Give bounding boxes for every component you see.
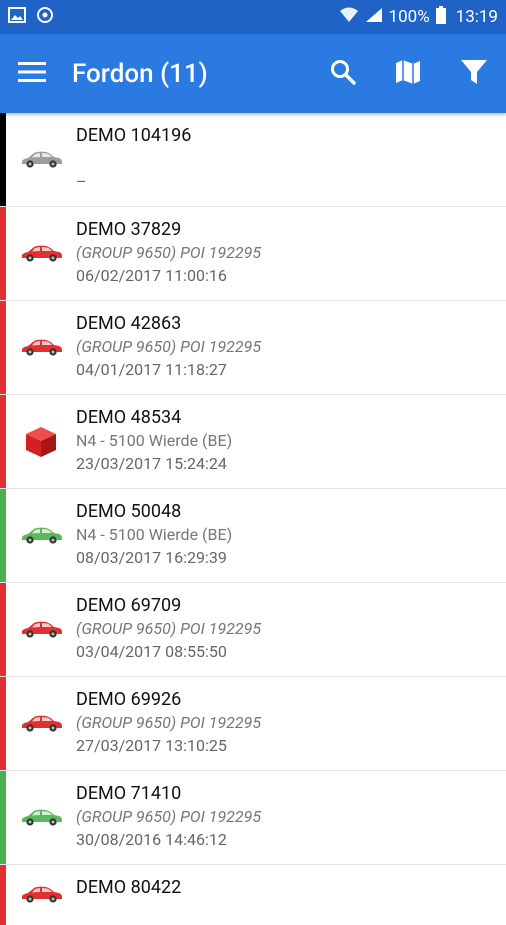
vehicle-row[interactable]: DEMO 80422 [0,865,506,925]
car-icon [6,301,76,394]
vehicle-name: DEMO 69709 [76,595,182,616]
search-icon[interactable] [330,59,356,89]
car-icon [6,677,76,770]
vehicle-timestamp: – [76,172,87,191]
car-icon [6,865,76,925]
vehicle-row[interactable]: DEMO 42863 (GROUP 9650) POI 192295 04/01/2… [0,301,506,395]
vehicle-name: DEMO 48534 [76,407,182,428]
vehicle-timestamp: 06/02/2017 11:00:16 [76,266,227,285]
page-title: Fordon (11) [72,58,208,89]
vehicle-timestamp: 03/04/2017 08:55:50 [76,642,227,661]
battery-percent: 100% [388,7,430,27]
vehicle-row[interactable]: DEMO 50048 N4 - 5100 Wierde (BE) 08/03/201… [0,489,506,583]
car-icon [6,489,76,582]
vehicle-name: DEMO 69926 [76,689,182,710]
vehicle-row[interactable]: DEMO 69926 (GROUP 9650) POI 192295 27/03/2… [0,677,506,771]
car-icon [6,113,76,206]
status-bar: 100% 13:19 [0,0,506,34]
battery-icon [435,5,446,29]
vehicle-name: DEMO 37829 [76,219,182,240]
vehicle-location: (GROUP 9650) POI 192295 [76,713,262,732]
car-icon [6,771,76,864]
vehicle-location: N4 - 5100 Wierde (BE) [76,431,233,450]
menu-icon[interactable] [18,61,46,87]
signal-icon [365,7,383,28]
filter-icon[interactable] [460,58,488,90]
vehicle-row[interactable]: DEMO 37829 (GROUP 9650) POI 192295 06/02/2… [0,207,506,301]
vehicle-name: DEMO 104196 [76,125,192,146]
wifi-icon [339,7,359,28]
vehicle-location [76,149,191,168]
vehicle-row[interactable]: DEMO 71410 (GROUP 9650) POI 192295 30/08/2… [0,771,506,865]
vehicle-location: N4 - 5100 Wierde (BE) [76,525,233,544]
vehicle-location [76,901,181,920]
vehicle-row[interactable]: DEMO 104196 – [0,113,506,207]
car-icon [6,583,76,676]
vehicle-name: DEMO 42863 [76,313,182,334]
vehicle-timestamp: 08/03/2017 16:29:39 [76,548,227,567]
vehicle-name: DEMO 50048 [76,501,182,522]
clock: 13:19 [455,7,498,27]
vehicle-location: (GROUP 9650) POI 192295 [76,337,262,356]
app-bar: Fordon (11) [0,34,506,113]
vehicle-name: DEMO 80422 [76,877,182,898]
box-icon [6,395,76,488]
vehicle-timestamp: 27/03/2017 13:10:25 [76,736,227,755]
vehicle-location: (GROUP 9650) POI 192295 [76,807,262,826]
car-icon [6,207,76,300]
vehicle-timestamp: 23/03/2017 15:24:24 [76,454,227,473]
vehicle-row[interactable]: DEMO 48534 N4 - 5100 Wierde (BE) 23/03/201… [0,395,506,489]
vehicle-timestamp: 04/01/2017 11:18:27 [76,360,227,379]
vehicle-location: (GROUP 9650) POI 192295 [76,619,262,638]
sync-icon [36,6,54,29]
gallery-icon [8,6,26,28]
vehicle-row[interactable]: DEMO 69709 (GROUP 9650) POI 192295 03/04/2… [0,583,506,677]
vehicle-timestamp: 30/08/2016 14:46:12 [76,830,227,849]
vehicle-location: (GROUP 9650) POI 192295 [76,243,262,262]
vehicle-name: DEMO 71410 [76,783,182,804]
map-icon[interactable] [394,58,422,90]
vehicle-list: DEMO 104196 – DEMO 37829 (GROUP 9650) POI … [0,113,506,925]
